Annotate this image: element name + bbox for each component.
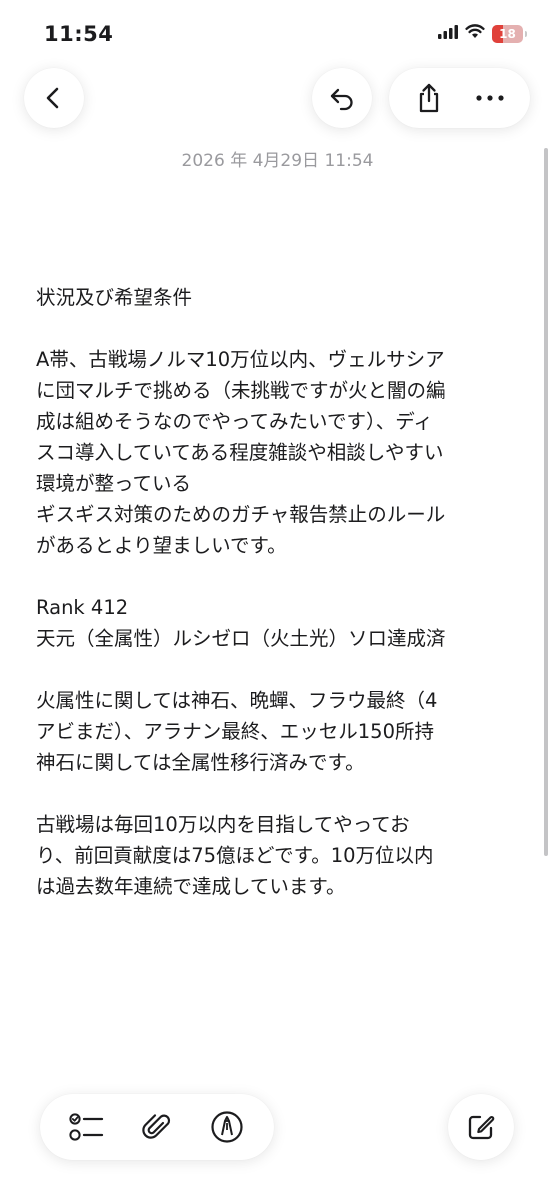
chevron-left-icon bbox=[29, 73, 79, 123]
note-paragraph: Rank 412 天元（全属性）ルシゼロ（火土光）ソロ達成済 bbox=[36, 596, 446, 650]
undo-button[interactable] bbox=[312, 68, 372, 128]
back-button[interactable] bbox=[24, 68, 84, 128]
cellular-signal-icon bbox=[438, 24, 458, 43]
share-button[interactable] bbox=[404, 73, 454, 123]
note-paragraph: A帯、古戦場ノルマ10万位以内、ヴェルサシア に団マルチで挑める（未挑戦ですが火… bbox=[36, 348, 446, 557]
share-icon bbox=[420, 83, 439, 113]
undo-icon bbox=[317, 73, 367, 123]
status-indicators: 18 bbox=[438, 24, 527, 43]
compose-button[interactable] bbox=[448, 1094, 514, 1160]
note-paragraph: 状況及び希望条件 bbox=[36, 286, 193, 309]
note-paragraph: 古戦場は毎回10万以内を目指してやってお り、前回貢献度は75億ほどです。10万… bbox=[36, 813, 434, 898]
more-button[interactable] bbox=[465, 73, 515, 123]
status-time: 11:54 bbox=[44, 22, 114, 46]
markup-button[interactable] bbox=[202, 1102, 252, 1152]
bottom-toolbar bbox=[40, 1094, 274, 1160]
compose-icon bbox=[456, 1102, 506, 1152]
battery-icon: 18 bbox=[492, 24, 527, 43]
note-paragraph: 火属性に関しては神石、晩蟬、フラウ最終（4 アビまだ）、アラナン最終、エッセル1… bbox=[36, 689, 438, 774]
scrollbar[interactable] bbox=[544, 148, 548, 856]
attachment-button[interactable] bbox=[132, 1102, 182, 1152]
battery-level: 18 bbox=[499, 26, 516, 41]
checklist-button[interactable] bbox=[62, 1102, 112, 1152]
wifi-icon bbox=[465, 24, 485, 43]
checklist-icon bbox=[69, 1113, 104, 1141]
paperclip-icon bbox=[142, 1114, 171, 1139]
ellipsis-icon bbox=[476, 95, 504, 101]
note-date: 2026 年 4月29日 11:54 bbox=[181, 151, 374, 171]
note-body[interactable]: 状況及び希望条件 A帯、古戦場ノルマ10万位以内、ヴェルサシア に団マルチで挑め… bbox=[36, 282, 536, 902]
note-actions-group bbox=[389, 68, 530, 128]
markup-pen-icon bbox=[211, 1111, 243, 1143]
